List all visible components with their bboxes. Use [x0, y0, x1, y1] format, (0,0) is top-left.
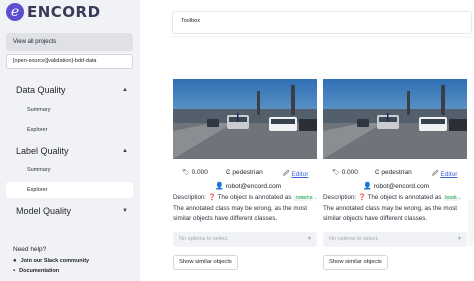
annotator: 👤 robot@encord.com: [363, 182, 430, 191]
slack-link-label: Join our Slack community: [20, 258, 90, 264]
logo-text: ENCORD: [27, 3, 101, 21]
show-similar-objects-button[interactable]: Show similar objects: [323, 255, 388, 270]
tag-select[interactable]: No options to select. ▼: [173, 232, 317, 247]
class-value: pedestrian: [232, 169, 263, 176]
slack-link[interactable]: ● Join our Slack community: [13, 258, 89, 264]
score-tag: 🏷 0.000: [182, 169, 208, 176]
show-similar-objects-button[interactable]: Show similar objects: [173, 255, 238, 270]
divider: [172, 36, 472, 39]
documentation-link[interactable]: ▪ Documentation: [13, 268, 59, 274]
desc-prefix: Description:: [173, 194, 207, 201]
select-placeholder: No options to select.: [329, 236, 379, 242]
view-all-projects-button[interactable]: View all projects: [6, 33, 133, 51]
score-value: 0.000: [341, 169, 358, 176]
book-icon: ▪: [13, 268, 16, 274]
logo-badge: e: [6, 3, 24, 21]
question-icon: ❓: [208, 194, 216, 201]
tag-icon: 🏷: [332, 170, 340, 176]
card-image: [323, 79, 467, 159]
pencil-icon: 🖉: [432, 171, 439, 177]
annotated-class-code: book: [443, 196, 459, 201]
desc-prefix: Description:: [323, 194, 357, 201]
desc-mid: The object is annotated as: [217, 194, 292, 201]
annotator-email: robot@encord.com: [373, 182, 430, 190]
class-tag: Ͼ pedestrian: [226, 169, 263, 176]
encord-logo[interactable]: e ENCORD: [6, 2, 101, 22]
tag-icon: 🏷: [182, 170, 190, 176]
annotator-email: robot@encord.com: [225, 182, 282, 190]
editor-link[interactable]: 🖉 Editor: [283, 169, 308, 179]
chevron-up-icon: ▲: [122, 87, 128, 93]
class-icon: Ͼ: [226, 169, 231, 176]
slack-icon: ●: [13, 258, 17, 264]
chevron-up-icon: ▲: [122, 148, 128, 154]
editor-link-label: Editor: [291, 170, 309, 178]
select-placeholder: No options to select.: [179, 236, 229, 242]
section-label: Model Quality: [16, 206, 72, 216]
desc-mid: The object is annotated as: [367, 194, 442, 201]
pencil-icon: 🖉: [283, 171, 290, 177]
user-icon: 👤: [363, 183, 372, 190]
description: Description: ❓ The object is annotated a…: [173, 193, 319, 224]
need-help-title: Need help?: [13, 246, 47, 253]
sidebar-item-data-explorer[interactable]: Explorer: [27, 127, 47, 133]
score-value: 0.000: [191, 169, 208, 176]
toolbox-label: Toolbox: [181, 18, 200, 24]
section-data-quality[interactable]: Data Quality ▲: [16, 85, 128, 95]
sidebar-item-label-explorer-active[interactable]: Explorer: [6, 182, 133, 198]
editor-link[interactable]: 🖉 Editor: [432, 169, 457, 179]
question-icon: ❓: [358, 194, 366, 201]
toolbox-panel[interactable]: Toolbox: [172, 11, 472, 34]
scrollbar[interactable]: [468, 200, 474, 246]
documentation-link-label: Documentation: [19, 268, 60, 274]
section-label: Label Quality: [16, 146, 69, 156]
tag-select[interactable]: No options to select. ▼: [323, 232, 467, 247]
chevron-down-icon: ▼: [307, 236, 312, 242]
class-tag: Ͼ pedestrian: [375, 169, 412, 176]
sidebar: e ENCORD View all projects [open-source]…: [0, 0, 140, 281]
description: Description: ❓ The object is annotated a…: [323, 193, 469, 224]
class-value: pedestrian: [381, 169, 412, 176]
annotator: 👤 robot@encord.com: [215, 182, 282, 191]
sidebar-item-label-summary[interactable]: Summary: [27, 167, 51, 173]
editor-link-label: Editor: [440, 170, 458, 178]
section-label: Data Quality: [16, 85, 66, 95]
sidebar-item-data-summary[interactable]: Summary: [27, 107, 51, 113]
chevron-down-icon: ▼: [457, 236, 462, 242]
class-icon: Ͼ: [375, 169, 380, 176]
card-image: [173, 79, 317, 159]
section-model-quality[interactable]: Model Quality ▼: [16, 206, 128, 216]
annotated-class-code: remote: [293, 196, 315, 201]
score-tag: 🏷 0.000: [332, 169, 358, 176]
dataset-selector[interactable]: [open-source][validation]-bdd-data: [6, 54, 133, 69]
user-icon: 👤: [215, 183, 224, 190]
section-label-quality[interactable]: Label Quality ▲: [16, 146, 128, 156]
chevron-down-icon: ▼: [122, 208, 128, 214]
